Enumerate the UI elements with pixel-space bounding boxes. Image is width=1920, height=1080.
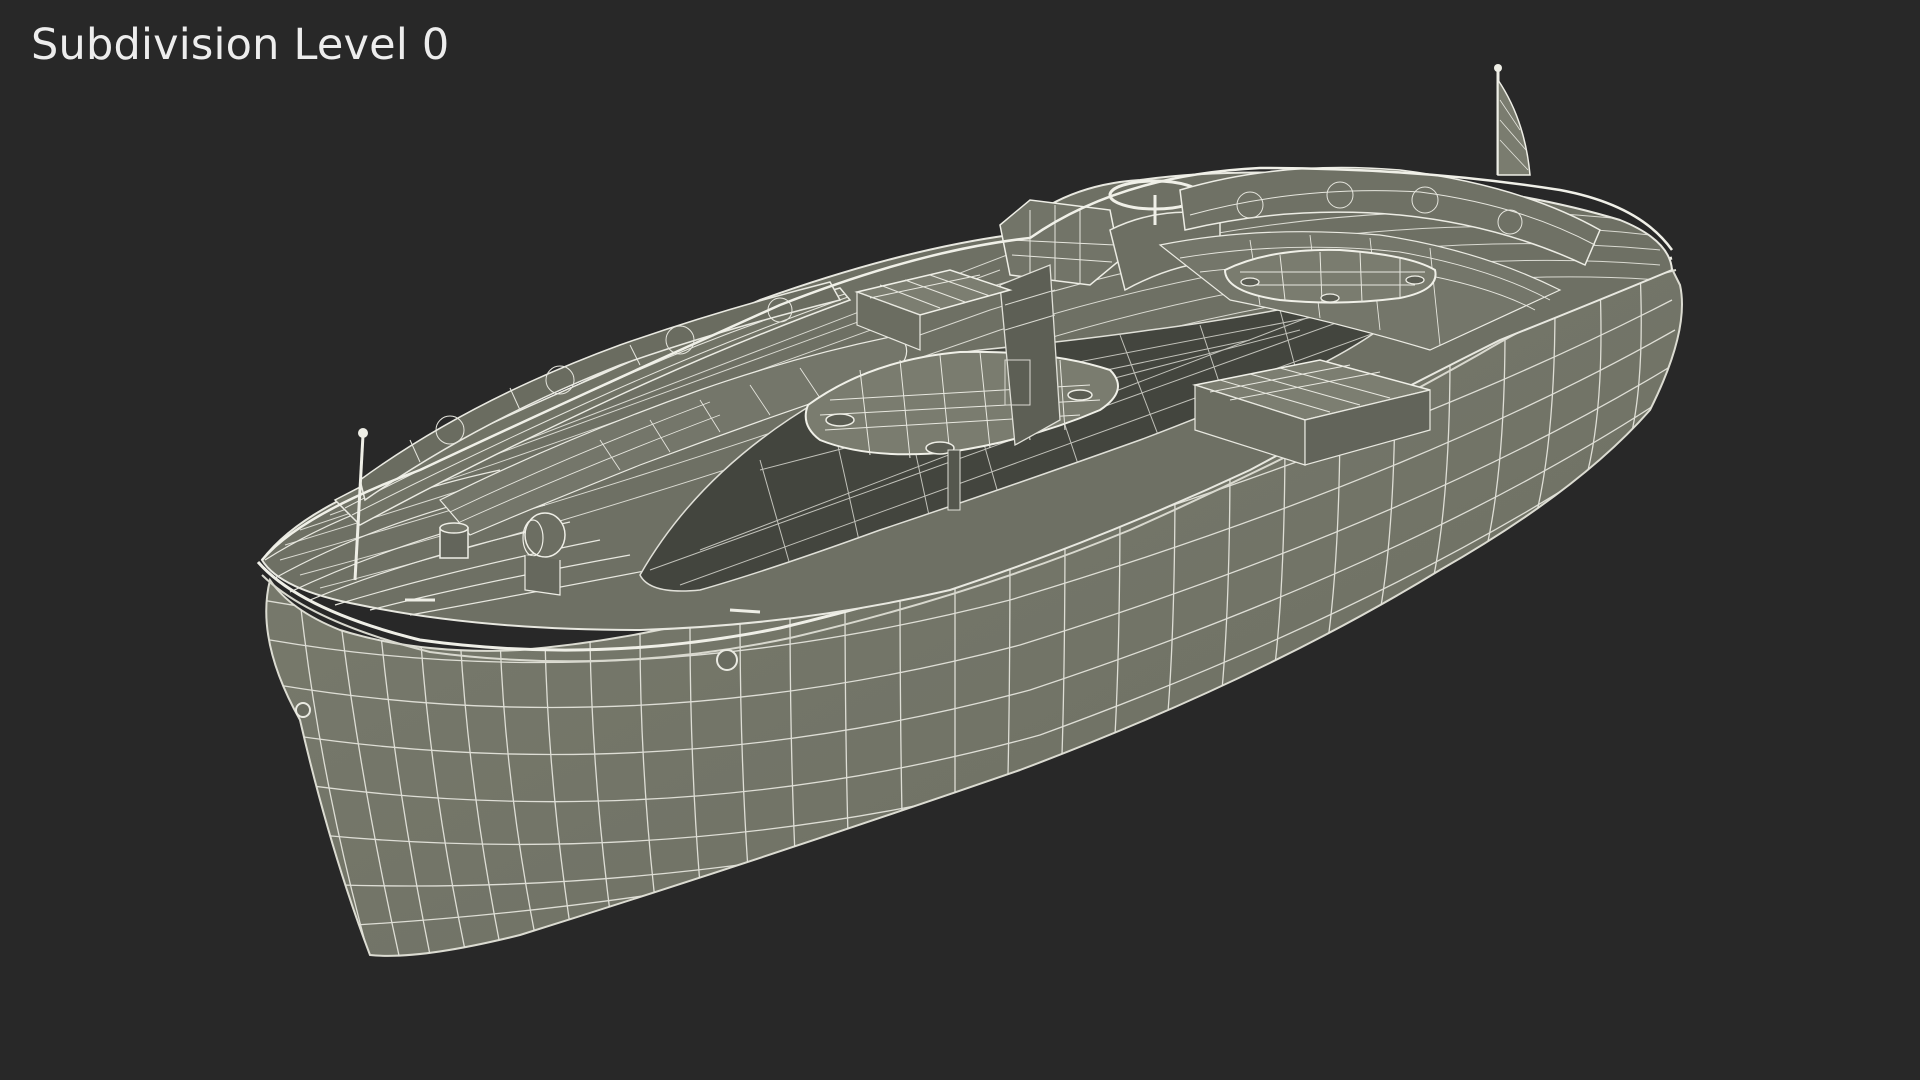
render-viewport: Subdivision Level 0 [0,0,1920,1080]
boat-wireframe-render [256,64,1683,957]
aft-table [1223,248,1437,304]
stern-flag [1494,64,1531,176]
